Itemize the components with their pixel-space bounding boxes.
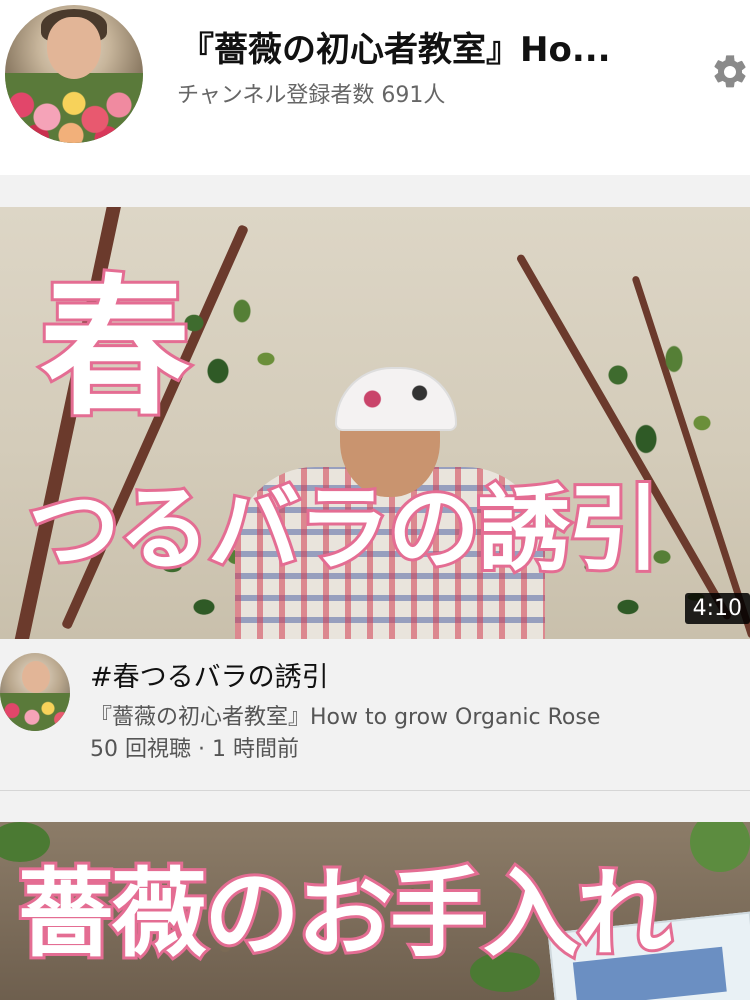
avatar-face [22, 661, 50, 693]
video-meta: #春つるバラの誘引 『薔薇の初心者教室』How to grow Organic … [0, 639, 750, 790]
next-thumbnail-title: 薔薇のお手入れ [15, 855, 675, 973]
video-thumbnail[interactable]: 春 つるバラの誘引 4:10 [0, 207, 750, 639]
duration-badge: 4:10 [684, 593, 750, 624]
subscriber-count: チャンネル登録者数 691人 [177, 83, 446, 108]
avatar-flowers [5, 73, 143, 143]
divider [0, 790, 750, 791]
avatar-flowers [0, 693, 70, 731]
avatar-face [47, 17, 101, 79]
video-stats: 50 回視聴 · 1 時間前 [90, 737, 299, 762]
plant [690, 822, 750, 872]
presenter-cap [335, 367, 457, 431]
thumbnail-title-main: つるバラの誘引 [25, 473, 663, 586]
channel-avatar[interactable] [5, 5, 143, 143]
channel-title: 『薔薇の初心者教室』Ho... [180, 30, 611, 70]
gear-icon[interactable] [710, 52, 750, 92]
video-channel-name: 『薔薇の初心者教室』How to grow Organic Rose [90, 705, 601, 730]
next-video-thumbnail[interactable]: 薔薇のお手入れ [0, 822, 750, 1000]
video-title[interactable]: #春つるバラの誘引 [90, 655, 329, 694]
channel-header: 『薔薇の初心者教室』Ho... チャンネル登録者数 691人 [0, 0, 750, 175]
video-card[interactable]: 春 つるバラの誘引 4:10 #春つるバラの誘引 『薔薇の初心者教室』How t… [0, 207, 750, 790]
thumbnail-title-spring: 春 [37, 259, 193, 439]
video-channel-avatar[interactable] [0, 653, 70, 731]
